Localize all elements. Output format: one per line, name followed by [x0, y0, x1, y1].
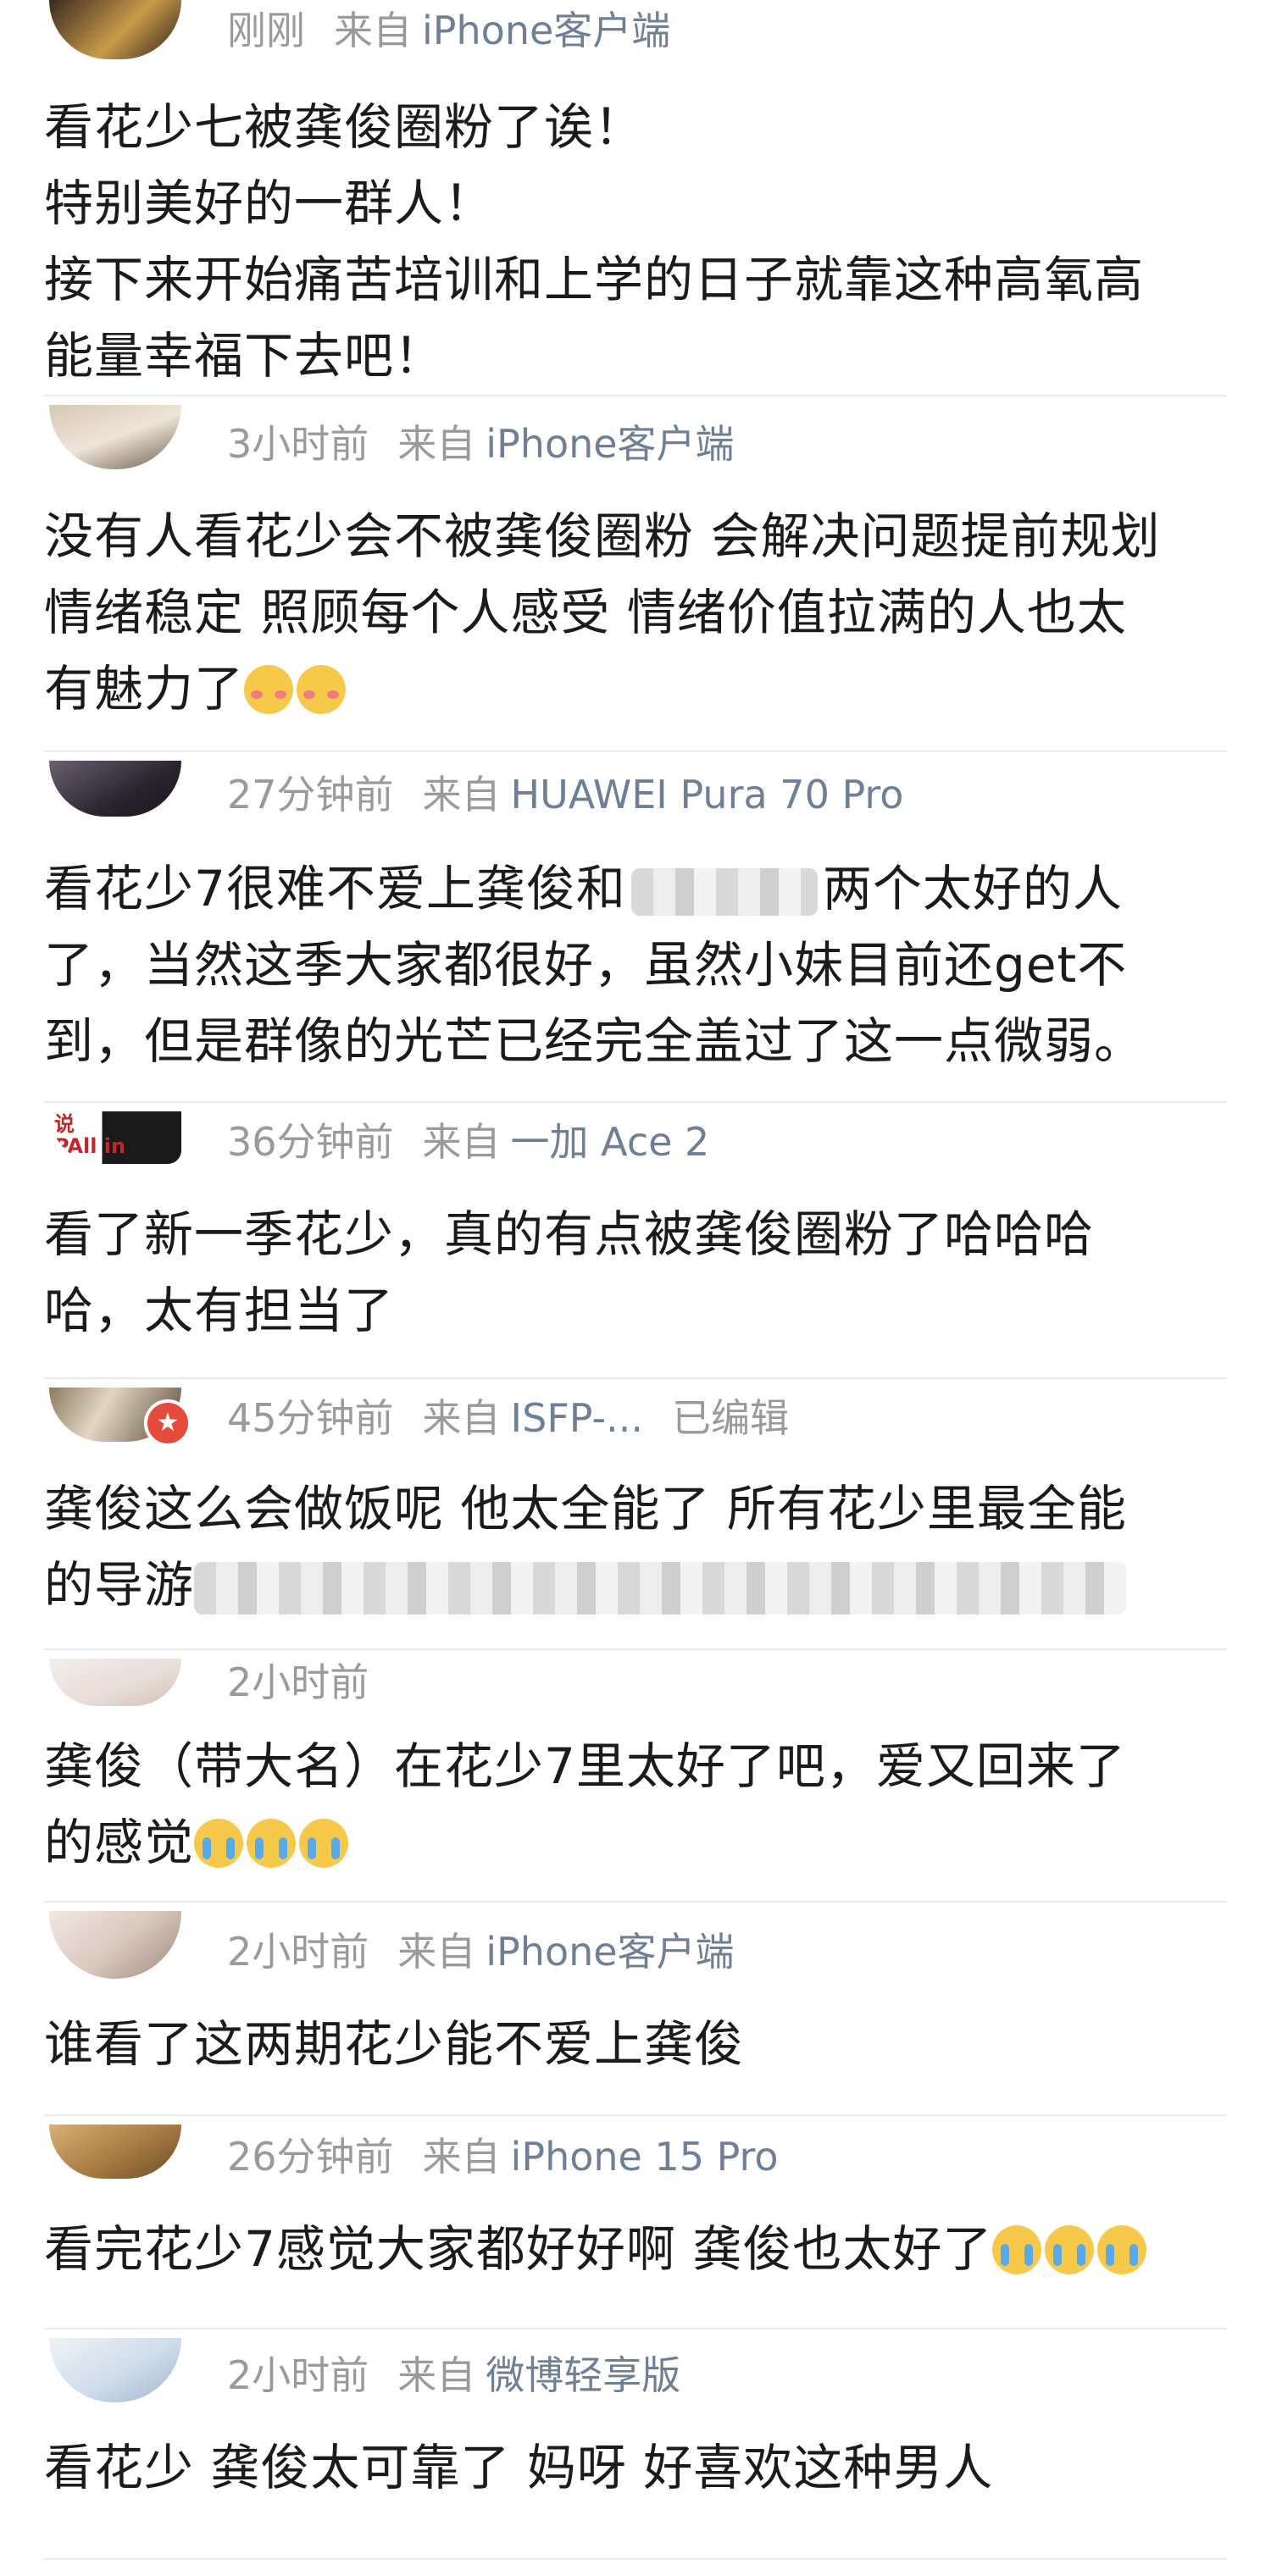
source-label: 来自	[422, 2134, 501, 2180]
divider	[44, 2328, 1227, 2329]
divider	[44, 395, 1227, 396]
comment-line: 到，但是群像的光芒已经完全盖过了这一点微弱。	[44, 1012, 1145, 1070]
comment-meta: 26分钟前 来自 iPhone 15 Pro	[227, 2133, 779, 2180]
comment-line: 哈，太有担当了	[44, 1282, 395, 1339]
comment-meta: 36分钟前 来自 一加 Ace 2	[227, 1118, 709, 1166]
avatar[interactable]	[49, 405, 181, 469]
comment-line-text: 的感觉	[44, 1814, 195, 1871]
source-label: 来自	[397, 2352, 476, 2398]
comment-meta: 2小时前	[227, 1659, 397, 1706]
comment-line: 了，当然这季大家都很好，虽然小妹目前还get不	[44, 936, 1128, 994]
vip-badge-icon: ★	[144, 1399, 191, 1447]
comment-source[interactable]: iPhone客户端	[422, 8, 670, 53]
comment-line: 看花少七被龚俊圈粉了诶！	[44, 98, 645, 156]
comment-text: 看完花少7感觉大家都好好啊 龚俊也太好了	[44, 2211, 1230, 2287]
comment-time: 2小时前	[227, 2352, 369, 2398]
comment-line: 有魅力了	[44, 651, 1230, 727]
comment-time: 27分钟前	[227, 772, 394, 817]
redacted-text	[630, 867, 818, 916]
comment-meta: 2小时前 来自 iPhone客户端	[227, 1928, 735, 1975]
source-label: 来自	[422, 1395, 501, 1441]
divider	[44, 1648, 1227, 1650]
blushing-emoji-icon	[297, 665, 347, 714]
source-label: 来自	[422, 1119, 501, 1165]
comment-line: 接下来开始痛苦培训和上学的日子就靠这种高氧高	[44, 251, 1145, 308]
comment-time: 刚刚	[227, 8, 305, 53]
comment-line: 的感觉	[44, 1804, 1230, 1881]
comment-line: 情绪稳定 照顾每个人感受 情绪价值拉满的人也太	[44, 584, 1127, 641]
comment-line-text: 看完花少7感觉大家都好好啊 龚俊也太好了	[44, 2220, 993, 2278]
avatar[interactable]	[49, 2125, 181, 2179]
divider	[44, 1377, 1227, 1379]
comment-line: 龚俊（带大名）在花少7里太好了吧，爱又回来了	[44, 1737, 1126, 1795]
avatar[interactable]	[49, 1659, 181, 1706]
comment-line: 看完花少7感觉大家都好好啊 龚俊也太好了	[44, 2211, 1230, 2287]
comment-line: 看花少7很难不爱上龚俊和 两个太好的人	[44, 850, 1230, 927]
comment-source[interactable]: 一加 Ace 2	[511, 1119, 710, 1165]
comment-source[interactable]: iPhone客户端	[486, 1929, 734, 1975]
comment-line: 没有人看花少会不被龚俊圈粉 会解决问题提前规划	[44, 507, 1161, 565]
crying-emoji-icon	[299, 1819, 349, 1868]
comment-line: 的导游	[44, 1547, 1230, 1623]
comment-text: 龚俊这么会做饭呢 他太全能了 所有花少里最全能 的导游	[44, 1471, 1230, 1623]
comment-line: 看花少 龚俊太可靠了 妈呀 好喜欢这种男人	[44, 2439, 994, 2496]
comment-text: 看花少7很难不爱上龚俊和 两个太好的人 了，当然这季大家都很好，虽然小妹目前还ge…	[44, 850, 1230, 1079]
comment-time: 26分钟前	[227, 2134, 394, 2180]
comment-text: 看花少 龚俊太可靠了 妈呀 好喜欢这种男人	[44, 2429, 1230, 2506]
comment-line: 看了新一季花少，真的有点被龚俊圈粉了哈哈哈	[44, 1205, 1095, 1263]
comment-text: 看了新一季花少，真的有点被龚俊圈粉了哈哈哈 哈，太有担当了	[44, 1196, 1230, 1349]
comment-meta: 刚刚 来自 iPhone客户端	[227, 7, 670, 54]
comment-line-text: 有魅力了	[44, 660, 245, 717]
comment-source[interactable]: HUAWEI Pura 70 Pro	[511, 772, 904, 817]
source-label: 来自	[397, 1929, 476, 1975]
comment-line: 谁看了这两期花少能不爱上龚俊	[44, 2015, 745, 2073]
comment-text: 谁看了这两期花少能不爱上龚俊	[44, 2006, 1230, 2082]
blushing-emoji-icon	[244, 665, 294, 714]
avatar[interactable]	[49, 1911, 181, 1979]
comment-source[interactable]: ISFP-...	[511, 1395, 643, 1441]
comment-source[interactable]: iPhone客户端	[486, 421, 734, 467]
comment-text: 龚俊（带大名）在花少7里太好了吧，爱又回来了 的感觉	[44, 1728, 1230, 1881]
comment-line-text: 的导游	[44, 1556, 195, 1614]
comment-time: 36分钟前	[227, 1119, 394, 1165]
avatar-badge-text: 说 PAll in	[54, 1112, 126, 1158]
comment-meta: 27分钟前 来自 HUAWEI Pura 70 Pro	[227, 771, 903, 818]
edited-label: 已编辑	[671, 1395, 789, 1441]
comment-time: 3小时前	[227, 421, 369, 467]
redacted-text	[194, 1561, 1127, 1615]
comment-line-text: 看花少7很难不爱上龚俊和	[44, 860, 626, 917]
comment-line: 龚俊这么会做饭呢 他太全能了 所有花少里最全能	[44, 1480, 1127, 1537]
comment-text: 看花少七被龚俊圈粉了诶！ 特别美好的一群人！ 接下来开始痛苦培训和上学的日子就靠…	[44, 89, 1230, 394]
divider	[44, 1901, 1227, 1903]
comment-time: 2小时前	[227, 1659, 369, 1705]
comment-source[interactable]: 微博轻享版	[486, 2352, 680, 2398]
avatar[interactable]	[49, 2338, 181, 2402]
avatar[interactable]	[49, 761, 181, 817]
comment-line: 能量幸福下去吧！	[44, 327, 445, 385]
source-label: 来自	[334, 8, 412, 53]
crying-emoji-icon	[194, 1819, 244, 1868]
crying-emoji-icon	[1097, 2225, 1147, 2274]
crying-emoji-icon	[1045, 2225, 1095, 2274]
comment-source[interactable]: iPhone 15 Pro	[511, 2134, 779, 2180]
source-label: 来自	[422, 772, 501, 817]
divider	[44, 751, 1227, 752]
crying-emoji-icon	[992, 2225, 1042, 2274]
avatar[interactable]: 说 PAll in	[49, 1111, 181, 1164]
divider	[44, 1101, 1227, 1103]
comment-meta: 3小时前 来自 iPhone客户端	[227, 420, 735, 468]
comment-meta: 45分钟前 来自 ISFP-... 已编辑	[227, 1394, 818, 1442]
divider	[44, 2558, 1227, 2560]
comment-time: 2小时前	[227, 1929, 369, 1975]
avatar[interactable]	[49, 0, 181, 59]
comment-time: 45分钟前	[227, 1395, 394, 1441]
comment-meta: 2小时前 来自 微博轻享版	[227, 2352, 680, 2399]
divider	[44, 2114, 1227, 2116]
comment-text: 没有人看花少会不被龚俊圈粉 会解决问题提前规划 情绪稳定 照顾每个人感受 情绪价…	[44, 498, 1230, 727]
source-label: 来自	[397, 421, 476, 467]
comment-line: 特别美好的一群人！	[44, 175, 495, 232]
comment-line-text: 两个太好的人	[822, 860, 1123, 917]
crying-emoji-icon	[247, 1819, 297, 1868]
